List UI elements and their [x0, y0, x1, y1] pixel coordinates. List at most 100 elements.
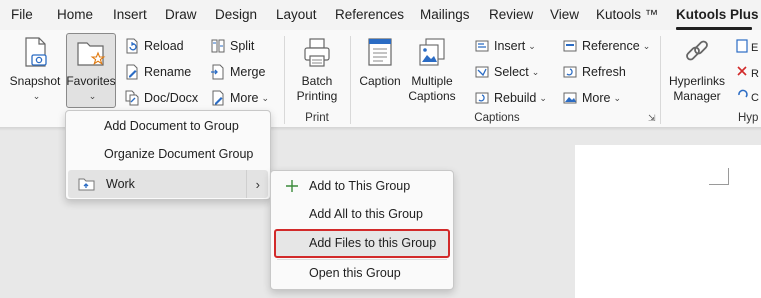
partial-link-icons: E R C: [736, 39, 759, 104]
batch-printing-label-1: Batch: [301, 74, 333, 88]
reference-label: Reference: [582, 39, 640, 53]
menu-item-open-group-label: Open this Group: [309, 266, 401, 280]
chevron-down-icon: ⌄: [539, 92, 547, 103]
multiple-captions-label-1: Multiple: [411, 74, 453, 88]
split-label: Split: [230, 39, 255, 53]
doc-docx-button[interactable]: Doc/Docx: [124, 87, 198, 109]
menu-item-add-to-group[interactable]: Add to This Group: [271, 172, 453, 200]
tab-draw[interactable]: Draw: [165, 7, 197, 22]
split-button[interactable]: Split: [210, 35, 254, 57]
merge-button[interactable]: Merge: [210, 61, 265, 83]
tab-layout[interactable]: Layout: [276, 7, 317, 22]
batch-printing-label-2: Printing: [296, 89, 338, 103]
folder-star-icon: [77, 42, 106, 66]
batch-printing-button[interactable]: Batch Printing: [293, 36, 341, 104]
menu-item-work-label: Work: [106, 177, 135, 191]
margin-corner-mark: [709, 168, 729, 185]
snapshot-icon: [25, 37, 47, 67]
chevron-down-icon: ⌄: [32, 91, 41, 101]
multiple-captions-button[interactable]: Multiple Captions: [406, 36, 458, 104]
more-button-1[interactable]: More ⌄: [210, 87, 269, 109]
print-group-label: Print: [305, 112, 329, 124]
snapshot-label: Snapshot: [9, 74, 61, 88]
tab-references[interactable]: References: [335, 7, 404, 22]
svg-text:R: R: [751, 68, 759, 80]
refresh-icon: [563, 66, 577, 78]
image-icon: [563, 92, 577, 104]
rename-button[interactable]: Rename: [124, 61, 191, 83]
menu-item-add-files[interactable]: Add Files to this Group: [271, 229, 453, 257]
select-caption-icon: [475, 66, 489, 78]
menu-item-add-document-label: Add Document to Group: [104, 119, 239, 133]
chevron-down-icon: ⌄: [88, 91, 97, 101]
menu-item-add-document[interactable]: Add Document to Group: [66, 112, 270, 140]
tab-home[interactable]: Home: [57, 7, 93, 22]
rebuild-icon: [475, 92, 489, 104]
tab-file[interactable]: File: [11, 7, 33, 22]
tab-view[interactable]: View: [550, 7, 579, 22]
chevron-down-icon: ⌄: [531, 66, 540, 77]
group-separator: [284, 36, 285, 124]
menu-item-add-all-label: Add All to this Group: [309, 207, 423, 221]
hyperlinks-label-1: Hyperlinks: [668, 74, 725, 88]
insert-caption-icon: [475, 40, 489, 52]
chevron-right-icon: ›: [255, 176, 260, 192]
menu-item-work[interactable]: Work ›: [68, 170, 268, 198]
rename-label: Rename: [144, 65, 192, 79]
rebuild-button[interactable]: Rebuild ⌄: [474, 87, 547, 109]
tab-review[interactable]: Review: [489, 7, 533, 22]
folder-arrow-icon: [78, 178, 95, 191]
select-button[interactable]: Select ⌄: [474, 61, 539, 83]
reload-icon: [126, 38, 138, 54]
rename-icon: [126, 64, 138, 80]
hyperlink-tools-partial: E R C: [735, 37, 761, 107]
captions-group-label: Captions: [474, 112, 520, 124]
tab-mailings[interactable]: Mailings: [420, 7, 470, 22]
group-separator: [660, 36, 661, 124]
doc-docx-label: Doc/Docx: [144, 91, 199, 105]
tab-kutools-plus[interactable]: Kutools Plus: [676, 7, 759, 22]
menu-item-add-all[interactable]: Add All to this Group: [271, 200, 453, 228]
caption-button[interactable]: Caption: [356, 36, 404, 89]
reference-button[interactable]: Reference ⌄: [562, 35, 650, 57]
merge-icon: [211, 64, 224, 80]
hyperlinks-label-2: Manager: [673, 89, 721, 103]
plus-icon: [286, 180, 298, 192]
more-label-1: More: [230, 91, 259, 105]
chevron-down-icon: ⌄: [528, 40, 536, 51]
chevron-down-icon: ⌄: [261, 92, 270, 103]
favorites-button-content[interactable]: Favorites ⌄: [66, 36, 116, 104]
menu-item-add-to-group-label: Add to This Group: [309, 179, 411, 193]
more-button-2[interactable]: More ⌄: [562, 87, 621, 109]
reload-button[interactable]: Reload: [124, 35, 184, 57]
hyperlinks-manager-button[interactable]: Hyperlinks Manager: [666, 36, 728, 104]
caption-label: Caption: [359, 74, 401, 88]
menu-item-organize-label: Organize Document Group: [104, 147, 254, 161]
favorites-menu: Add Document to Group Organize Document …: [65, 110, 271, 200]
favorites-label: Favorites: [66, 74, 116, 88]
more-label-2: More: [582, 91, 611, 105]
hyperlinks-group-label: Hyp: [738, 112, 759, 124]
document-edit-icon: [212, 90, 224, 106]
submenu-divider: [246, 170, 247, 198]
refresh-button[interactable]: Refresh: [562, 61, 626, 83]
svg-text:C: C: [751, 92, 759, 104]
ribbon-tab-bar: File Home Insert Draw Design Layout Refe…: [0, 0, 761, 30]
insert-button[interactable]: Insert ⌄: [474, 35, 536, 57]
dialog-launcher-icon[interactable]: ⇲: [648, 113, 656, 124]
split-icon: [211, 39, 225, 53]
tab-insert[interactable]: Insert: [113, 7, 147, 22]
link-icon: [686, 40, 708, 61]
chevron-down-icon: ⌄: [613, 92, 622, 103]
tab-design[interactable]: Design: [215, 7, 257, 22]
menu-item-open-group[interactable]: Open this Group: [271, 259, 453, 287]
tab-kutools[interactable]: Kutools ™: [596, 7, 658, 22]
work-submenu: Add to This Group Add All to this Group …: [270, 170, 454, 290]
document-page[interactable]: [575, 145, 761, 298]
rebuild-label: Rebuild: [494, 91, 537, 105]
snapshot-button[interactable]: Snapshot ⌄: [8, 36, 62, 104]
menu-item-organize-group[interactable]: Organize Document Group: [66, 140, 270, 168]
group-separator: [350, 36, 351, 124]
reference-icon: [563, 40, 577, 52]
select-label: Select: [494, 65, 529, 79]
